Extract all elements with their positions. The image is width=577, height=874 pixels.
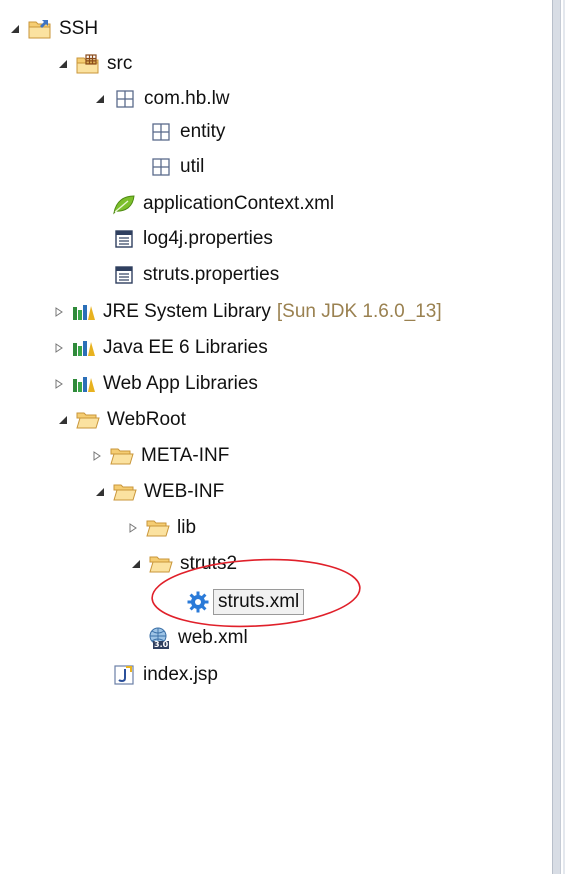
project-folder-icon — [28, 17, 52, 41]
jdk-version-decoration: [Sun JDK 1.6.0_13] — [276, 301, 442, 322]
folder-open-icon — [110, 444, 134, 468]
properties-file-icon — [112, 227, 136, 251]
expanded-arrow-icon[interactable] — [8, 22, 22, 36]
tree-item-util[interactable]: util — [149, 152, 204, 182]
tree-item-label: index.jsp — [143, 664, 218, 685]
tree-item-label: applicationContext.xml — [143, 193, 335, 214]
folder-open-icon — [146, 516, 170, 540]
package-icon — [149, 155, 173, 179]
highlight-ellipse — [151, 558, 361, 628]
expanded-arrow-icon[interactable] — [56, 57, 70, 71]
tree-item-applicationcontext-xml[interactable]: applicationContext.xml — [112, 189, 334, 219]
tree-item-com-hb-lw[interactable]: com.hb.lw — [93, 84, 230, 114]
tree-item-lib[interactable]: lib — [126, 513, 196, 543]
tree-item-webroot[interactable]: WebRoot — [56, 405, 186, 435]
pane-edge — [563, 0, 565, 874]
expanded-arrow-icon[interactable] — [93, 485, 107, 499]
collapsed-arrow-icon[interactable] — [52, 305, 66, 319]
source-folder-icon — [76, 52, 100, 76]
properties-file-icon — [112, 263, 136, 287]
collapsed-arrow-icon[interactable] — [52, 377, 66, 391]
tree-item-label: Web App Libraries — [103, 373, 258, 394]
tree-item-label: Java EE 6 Libraries — [103, 337, 268, 358]
spring-leaf-icon — [112, 192, 136, 216]
tree-item-struts-properties[interactable]: struts.properties — [112, 260, 279, 290]
tree-item-label: WEB-INF — [144, 481, 225, 502]
collapsed-arrow-icon[interactable] — [52, 341, 66, 355]
tree-item-src[interactable]: src — [56, 49, 132, 79]
library-icon — [72, 336, 96, 360]
expanded-arrow-icon[interactable] — [129, 557, 143, 571]
package-explorer-tree: SSH src com.hb.lw entity util applicatio… — [0, 0, 550, 874]
tree-item-javaee-libraries[interactable]: Java EE 6 Libraries — [52, 333, 268, 363]
tree-item-index-jsp[interactable]: index.jsp — [112, 660, 218, 690]
collapsed-arrow-icon[interactable] — [126, 521, 140, 535]
expanded-arrow-icon[interactable] — [93, 92, 107, 106]
folder-open-icon — [76, 408, 100, 432]
tree-item-jre-system-library[interactable]: JRE System Library [Sun JDK 1.6.0_13] — [52, 297, 442, 327]
package-icon — [113, 87, 137, 111]
tree-item-label: src — [107, 53, 133, 74]
tree-item-label: JRE System Library — [103, 301, 271, 322]
tree-item-label: util — [180, 156, 205, 177]
tree-item-meta-inf[interactable]: META-INF — [90, 441, 229, 471]
tree-item-label: entity — [180, 121, 226, 142]
tree-item-web-inf[interactable]: WEB-INF — [93, 477, 224, 507]
tree-item-log4j-properties[interactable]: log4j.properties — [112, 224, 273, 254]
library-icon — [72, 372, 96, 396]
collapsed-arrow-icon[interactable] — [90, 449, 104, 463]
jsp-file-icon — [112, 663, 136, 687]
tree-item-label: log4j.properties — [143, 228, 273, 249]
expanded-arrow-icon[interactable] — [56, 413, 70, 427]
tree-item-label: lib — [177, 517, 197, 538]
version-badge: 3.0 — [154, 640, 169, 649]
package-icon — [149, 120, 173, 144]
tree-item-label: struts.properties — [143, 264, 280, 285]
tree-item-webapp-libraries[interactable]: Web App Libraries — [52, 369, 258, 399]
pane-divider[interactable] — [552, 0, 561, 874]
tree-item-label: com.hb.lw — [144, 88, 230, 109]
tree-item-label: SSH — [59, 18, 99, 39]
folder-open-icon — [113, 480, 137, 504]
tree-item-label: META-INF — [141, 445, 230, 466]
tree-item-ssh[interactable]: SSH — [8, 14, 98, 44]
library-icon — [72, 300, 96, 324]
tree-item-label: WebRoot — [107, 409, 186, 430]
tree-item-entity[interactable]: entity — [149, 117, 225, 147]
